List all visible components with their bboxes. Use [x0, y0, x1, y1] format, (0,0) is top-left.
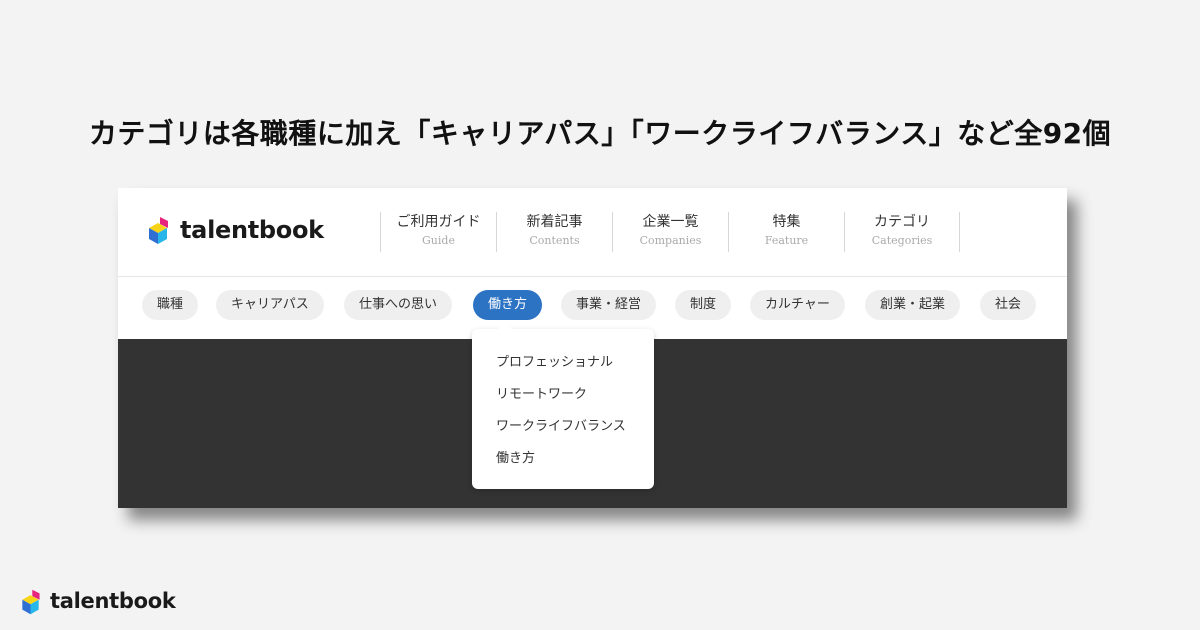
nav-sublabel: Categories [871, 234, 933, 247]
talentbook-logo-icon [149, 217, 168, 244]
nav-sublabel: Contents [529, 234, 580, 247]
logo-wordmark: talentbook [180, 216, 324, 244]
nav-label: ご利用ガイド [396, 214, 481, 230]
site-screenshot: talentbook ご利用ガイド Guide 新着記事 Contents 企業… [118, 188, 1067, 508]
dropdown-item[interactable]: 働き方 [472, 443, 654, 475]
category-pill[interactable]: 事業・経営 [561, 290, 657, 320]
dropdown-item[interactable]: ワークライフバランス [472, 411, 654, 443]
footer-logo: talentbook [16, 586, 176, 616]
category-pill[interactable]: 社会 [980, 290, 1037, 320]
category-pill-active[interactable]: 働き方 [473, 290, 543, 320]
nav-contents[interactable]: 新着記事 Contents [496, 212, 612, 252]
category-pill[interactable]: 職種 [142, 290, 199, 320]
category-pill[interactable]: カルチャー [750, 290, 845, 320]
header-logo[interactable]: talentbook [142, 213, 324, 247]
category-pill[interactable]: 制度 [675, 290, 732, 320]
footer-wordmark: talentbook [50, 589, 176, 613]
nav-label: カテゴリ [874, 214, 930, 230]
talentbook-logo-icon [22, 589, 40, 614]
nav-companies[interactable]: 企業一覧 Companies [612, 212, 728, 252]
nav-guide[interactable]: ご利用ガイド Guide [380, 212, 496, 252]
nav-sublabel: Guide [422, 234, 455, 247]
category-pill[interactable]: 仕事への思い [344, 290, 453, 320]
category-dropdown: プロフェッショナル リモートワーク ワークライフバランス 働き方 [472, 322, 654, 489]
headline: カテゴリは各職種に加え「キャリアパス」「ワークライフバランス」など全92個 [88, 117, 1112, 150]
site-header: talentbook ご利用ガイド Guide 新着記事 Contents 企業… [118, 188, 1067, 277]
nav-categories[interactable]: カテゴリ Categories [844, 212, 960, 252]
nav-sublabel: Feature [764, 234, 809, 247]
nav-label: 新着記事 [526, 214, 583, 230]
dropdown-item[interactable]: プロフェッショナル [472, 347, 654, 379]
main-nav: ご利用ガイド Guide 新着記事 Contents 企業一覧 Companie… [380, 212, 960, 252]
nav-label: 特集 [772, 214, 801, 230]
nav-sublabel: Companies [639, 234, 702, 247]
category-pill[interactable]: 創業・起業 [865, 290, 961, 320]
nav-label: 企業一覧 [642, 214, 699, 230]
dropdown-item[interactable]: リモートワーク [472, 379, 654, 411]
category-pill[interactable]: キャリアパス [216, 290, 324, 320]
nav-feature[interactable]: 特集 Feature [728, 212, 844, 252]
